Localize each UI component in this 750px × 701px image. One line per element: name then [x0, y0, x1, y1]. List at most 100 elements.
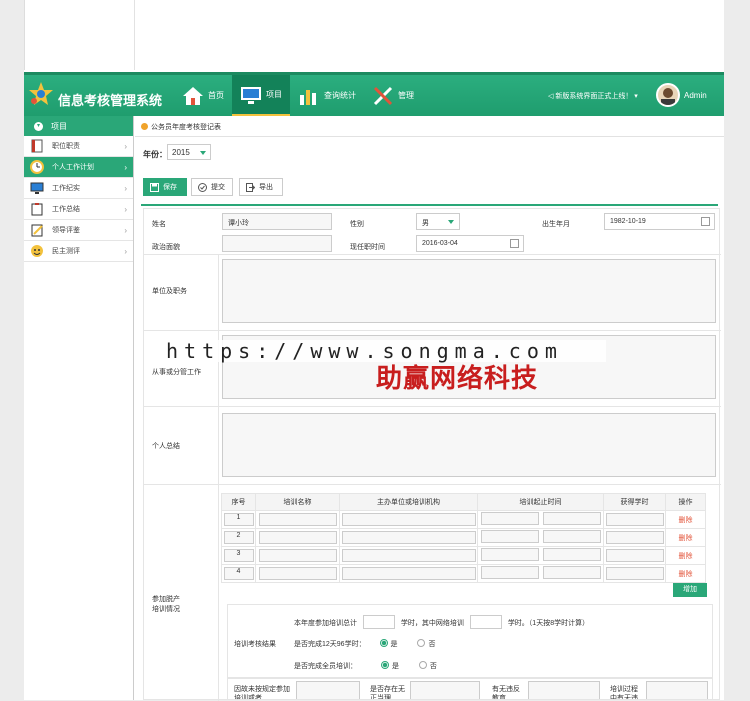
add-row-button[interactable]: 增加 [673, 583, 707, 597]
row-number-field[interactable]: 3 [223, 549, 254, 562]
row-number: 3 [236, 550, 241, 557]
radio-unchecked-icon [417, 639, 426, 647]
sidebar-header[interactable]: ▾ 项目 [24, 116, 133, 136]
sidebar-item-label: 领导评鉴 [52, 227, 80, 234]
unit-row: 单位及职务 [144, 255, 721, 331]
violation-label-1: 因故未按规定参加培训或者 [234, 686, 290, 700]
training-name-field[interactable] [258, 513, 337, 526]
start-date-field[interactable] [480, 530, 539, 543]
sidebar-item-work-record[interactable]: 工作纪实 › [24, 178, 133, 199]
question-1-label: 是否完成12天96学时： [294, 641, 366, 648]
hours-field[interactable] [605, 549, 664, 562]
end-date-field[interactable] [542, 548, 601, 561]
radio-checked-icon [379, 639, 388, 647]
name-field[interactable]: 谭小玲 [222, 213, 332, 230]
hire-date-field[interactable]: 2016-03-04 [416, 235, 524, 252]
chevron-right-icon: › [124, 142, 127, 151]
nav-manage-label: 管理 [398, 91, 414, 100]
sidebar-item-work-summary[interactable]: 工作总结 › [24, 199, 133, 220]
total-hours-field[interactable] [362, 615, 395, 629]
sidebar-item-work-plan[interactable]: 个人工作计划 › [24, 157, 133, 178]
end-date-field[interactable] [542, 566, 601, 579]
hours-field[interactable] [605, 531, 664, 544]
nav-project[interactable]: 项目 [232, 75, 290, 116]
unit-label: 单位及职务 [152, 288, 187, 295]
pencil-icon [31, 224, 43, 237]
violation-field-1[interactable] [296, 681, 360, 699]
system-notice[interactable]: ◁ 新版系统界面正式上线！ ▾ [548, 91, 638, 101]
sidebar-item-leader-review[interactable]: 领导评鉴 › [24, 220, 133, 241]
birth-date-field[interactable]: 1982-10-19 [604, 213, 715, 230]
violation-field-3[interactable] [528, 681, 600, 699]
q2-no-option[interactable]: 否 [418, 661, 437, 670]
save-button-label: 保存 [163, 184, 177, 191]
training-name-field[interactable] [258, 567, 337, 580]
delete-link[interactable]: 删除 [665, 528, 706, 547]
gender-value: 男 [422, 220, 429, 227]
training-name-field[interactable] [258, 549, 337, 562]
chevron-right-icon: › [124, 184, 127, 193]
summary-textarea[interactable] [222, 413, 716, 477]
user-name[interactable]: Admin [684, 91, 707, 100]
online-hours-field[interactable] [469, 615, 502, 629]
hours-field[interactable] [605, 513, 664, 526]
export-button[interactable]: 导出 [239, 178, 283, 196]
birth-value: 1982-10-19 [610, 218, 646, 225]
organizer-field[interactable] [341, 531, 476, 544]
col-header: 主办单位或培训机构 [339, 493, 478, 511]
delete-link[interactable]: 删除 [665, 510, 706, 529]
export-button-label: 导出 [259, 184, 273, 191]
start-date-field[interactable] [480, 548, 539, 561]
collapse-icon: ▾ [34, 121, 43, 131]
save-button[interactable]: 保存 [143, 178, 187, 196]
delete-link[interactable]: 删除 [665, 546, 706, 565]
summary-row: 个人总结 [144, 407, 721, 485]
row-number-field[interactable]: 1 [223, 513, 254, 526]
organizer-field[interactable] [341, 513, 476, 526]
calendar-icon[interactable] [510, 239, 519, 248]
watermark-brand: 助赢网络科技 [376, 364, 539, 394]
hire-date-label: 现任职时间 [350, 244, 385, 251]
submit-button[interactable]: 提交 [191, 178, 233, 196]
political-field[interactable] [222, 235, 332, 252]
year-select[interactable]: 2015 [167, 144, 211, 160]
export-icon [246, 182, 255, 192]
app-header: 信息考核管理系统 首页 项目 查询统计 管理 ◁ 新版系统界面正式上线！ ▾ A… [24, 72, 724, 116]
table-row: 1 删除 [221, 510, 706, 529]
nav-home[interactable]: 首页 [174, 75, 232, 116]
row-number: 4 [236, 568, 241, 575]
violation-field-4[interactable] [646, 681, 708, 699]
start-date-field[interactable] [480, 566, 539, 579]
yes-label: 是 [390, 641, 398, 648]
organizer-field[interactable] [341, 567, 476, 580]
violation-field-2[interactable] [410, 681, 480, 699]
nav-query[interactable]: 查询统计 [290, 75, 364, 116]
nav-manage[interactable]: 管理 [364, 75, 422, 116]
hours-field[interactable] [605, 567, 664, 580]
end-date-field[interactable] [542, 530, 601, 543]
basic-info-rows: 姓名 谭小玲 性别 男 出生年月 1982-10-19 政治面貌 现任职时间 2… [144, 209, 721, 255]
q1-yes-option[interactable]: 是 [379, 639, 398, 648]
row-number-field[interactable]: 4 [223, 567, 254, 580]
training-name-field[interactable] [258, 531, 337, 544]
row-number-field[interactable]: 2 [223, 531, 254, 544]
table-row: 3 删除 [221, 546, 706, 565]
chart-icon [300, 89, 316, 105]
delete-link[interactable]: 删除 [665, 564, 706, 583]
start-date-field[interactable] [480, 512, 539, 525]
end-date-field[interactable] [542, 512, 601, 525]
gender-select[interactable]: 男 [416, 213, 460, 230]
q1-no-option[interactable]: 否 [417, 639, 435, 648]
calendar-icon[interactable] [701, 217, 710, 226]
home-icon [183, 86, 203, 105]
smiley-icon [31, 245, 43, 257]
sidebar-header-label: 项目 [51, 121, 67, 131]
chevron-down-icon [448, 220, 454, 224]
organizer-field[interactable] [341, 549, 476, 562]
q2-yes-option[interactable]: 是 [380, 661, 399, 670]
sidebar-item-democratic-eval[interactable]: 民主测评 › [24, 241, 133, 262]
unit-textarea[interactable] [222, 259, 716, 323]
clock-icon [30, 160, 44, 174]
sidebar-item-duties[interactable]: 职位职责 › [24, 136, 133, 157]
user-avatar[interactable] [656, 83, 680, 107]
